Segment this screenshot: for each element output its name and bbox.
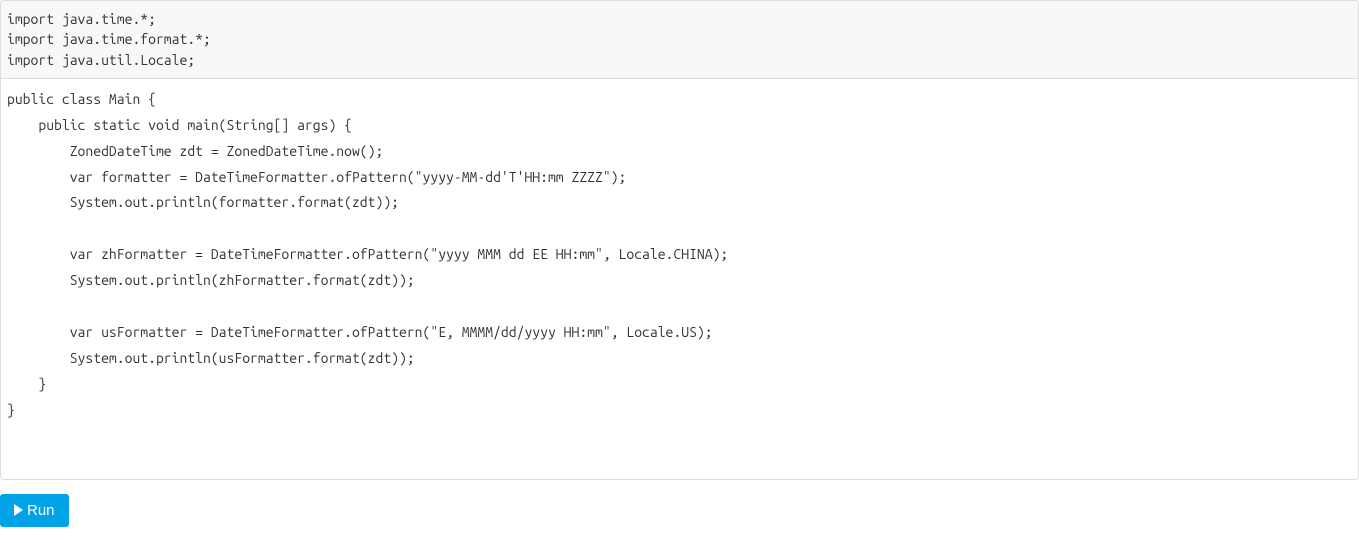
code-imports: import java.time.*; import java.time.for… <box>1 1 1358 79</box>
play-icon <box>14 504 23 516</box>
run-button-label: Run <box>27 502 55 519</box>
code-body: public class Main { public static void m… <box>1 79 1358 479</box>
run-button[interactable]: Run <box>0 494 69 527</box>
code-container: import java.time.*; import java.time.for… <box>0 0 1359 480</box>
